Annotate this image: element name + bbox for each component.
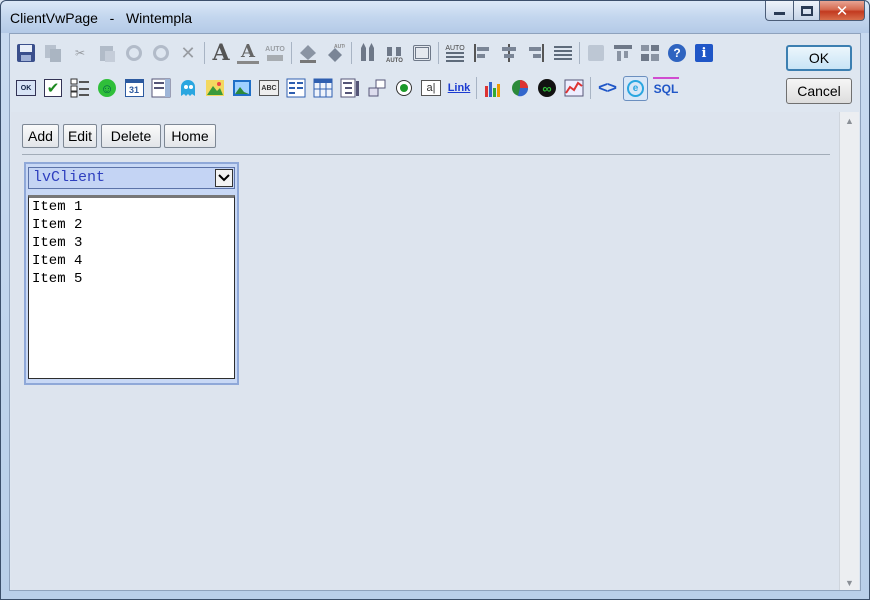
font-auto-icon[interactable]: AUTO: [264, 42, 286, 64]
align-center-icon[interactable]: [498, 42, 520, 64]
cut-icon[interactable]: ✂: [69, 42, 91, 64]
home-button[interactable]: Home: [164, 124, 216, 148]
font-icon[interactable]: A: [210, 40, 232, 66]
pie-chart-icon[interactable]: [509, 77, 531, 99]
text-abc-icon[interactable]: ABC: [258, 77, 280, 99]
toolbar-separator: [476, 77, 477, 99]
maximize-button[interactable]: [793, 1, 819, 21]
cancel-button[interactable]: Cancel: [786, 78, 852, 104]
redo-icon[interactable]: [150, 42, 172, 64]
add-button[interactable]: Add: [22, 124, 59, 148]
list-item[interactable]: Item 2: [32, 216, 82, 234]
layout-top-icon[interactable]: [612, 42, 634, 64]
divider: [22, 154, 830, 155]
edit-button[interactable]: Edit: [63, 124, 97, 148]
listview-name: lvClient: [33, 169, 106, 186]
save-icon[interactable]: [15, 42, 37, 64]
chevron-down-icon: [218, 174, 230, 182]
minimize-icon: [774, 12, 785, 15]
maximize-icon: [800, 5, 813, 16]
border-icon[interactable]: [411, 42, 433, 64]
ghost-icon[interactable]: [177, 77, 199, 99]
info-icon[interactable]: i: [693, 42, 715, 64]
list-item[interactable]: Item 5: [32, 270, 82, 288]
toolbar-separator: [351, 42, 352, 64]
web-browser-icon[interactable]: e: [623, 75, 648, 101]
radio-icon[interactable]: [393, 77, 415, 99]
help-icon[interactable]: ?: [666, 42, 688, 64]
calendar-icon[interactable]: 31: [123, 77, 145, 99]
picture-icon[interactable]: [204, 77, 226, 99]
scroll-down-icon[interactable]: ▼: [845, 578, 854, 588]
listview-items-box[interactable]: Item 1 Item 2 Item 3 Item 4 Item 5: [28, 195, 235, 379]
minimize-button[interactable]: [765, 1, 793, 21]
auto-label: AUTO: [265, 45, 285, 53]
fill-color-icon[interactable]: [297, 42, 319, 64]
listview-control[interactable]: lvClient Item 1 Item 2 Item 3 Item 4 Ite…: [24, 162, 239, 385]
toolbar-separator: [579, 42, 580, 64]
justify-icon[interactable]: [552, 42, 574, 64]
toolbar-separator: [204, 42, 205, 64]
tree-icon[interactable]: [339, 77, 361, 99]
close-button[interactable]: ✕: [819, 1, 865, 21]
label-icon[interactable]: a|: [420, 77, 442, 99]
font-color-icon[interactable]: A: [237, 41, 259, 64]
button-ok-icon[interactable]: OK: [15, 77, 37, 99]
app-window: ClientVwPage - Wintempla ✕ ✂ ✕ A A AUTO: [0, 0, 870, 600]
paste-icon[interactable]: [96, 42, 118, 64]
close-icon: ✕: [835, 2, 849, 20]
list-view-icon[interactable]: [285, 77, 307, 99]
toolbar-row-2: OK ✔ ☺ 31 ABC a| Link ∞ <> e SQL: [15, 75, 684, 101]
window-title: ClientVwPage - Wintempla: [10, 10, 193, 26]
drag-icon[interactable]: [366, 77, 388, 99]
toolbar-separator: [438, 42, 439, 64]
link-icon[interactable]: Link: [447, 77, 471, 99]
listview-dropdown-button[interactable]: [215, 169, 233, 187]
fill-auto-icon[interactable]: AUTO: [324, 42, 346, 64]
checkbox-icon[interactable]: ✔: [42, 77, 64, 99]
toolbar-separator: [590, 77, 591, 99]
sql-icon[interactable]: SQL: [653, 77, 679, 99]
delete-button[interactable]: Delete: [101, 124, 161, 148]
toolbar-row-1: ✂ ✕ A A AUTO AUTO AUTO AUTO: [15, 40, 720, 66]
scroll-up-icon[interactable]: ▲: [845, 116, 854, 126]
window-controls: ✕: [765, 1, 865, 21]
image-icon[interactable]: [231, 77, 253, 99]
design-canvas[interactable]: Add Edit Delete Home lvClient Item 1 Ite…: [11, 112, 839, 590]
list-item[interactable]: Item 4: [32, 252, 82, 270]
listview-header[interactable]: lvClient: [28, 167, 235, 189]
list-item[interactable]: Item 1: [32, 198, 82, 216]
align-left-icon[interactable]: [471, 42, 493, 64]
bar-chart-icon[interactable]: [482, 77, 504, 99]
listbox-icon[interactable]: [150, 77, 172, 99]
pen-auto-icon[interactable]: AUTO: [384, 42, 406, 64]
table-icon[interactable]: [312, 77, 334, 99]
code-icon[interactable]: <>: [596, 77, 618, 99]
auto-label: AUTO: [445, 44, 465, 52]
checklist-icon[interactable]: [69, 77, 91, 99]
line-chart-icon[interactable]: [563, 77, 585, 99]
client-area: ✂ ✕ A A AUTO AUTO AUTO AUTO: [9, 33, 861, 591]
pen-icon[interactable]: [357, 42, 379, 64]
list-item[interactable]: Item 3: [32, 234, 82, 252]
align-auto-icon[interactable]: AUTO: [444, 42, 466, 64]
ok-button[interactable]: OK: [786, 45, 852, 71]
delete-icon[interactable]: ✕: [177, 42, 199, 64]
undo-icon[interactable]: [123, 42, 145, 64]
align-right-icon[interactable]: [525, 42, 547, 64]
svg-text:AUTO: AUTO: [334, 44, 345, 50]
grid-icon[interactable]: [585, 42, 607, 64]
toolbar-separator: [291, 42, 292, 64]
vertical-scrollbar[interactable]: ▲ ▼: [839, 112, 859, 590]
layout-icon[interactable]: [639, 42, 661, 64]
copy-icon[interactable]: [42, 42, 64, 64]
smiley-icon[interactable]: ☺: [96, 77, 118, 99]
title-bar[interactable]: ClientVwPage - Wintempla ✕: [1, 1, 869, 33]
infinity-icon[interactable]: ∞: [536, 77, 558, 99]
svg-text:AUTO: AUTO: [386, 58, 403, 63]
